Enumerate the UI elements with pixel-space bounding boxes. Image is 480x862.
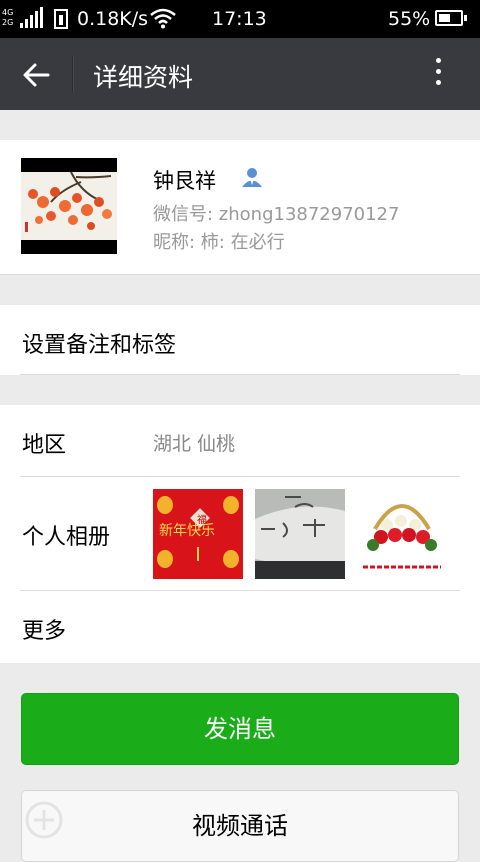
wifi-icon xyxy=(150,8,176,29)
album-photo[interactable] xyxy=(357,489,447,579)
network-type-labels: 4G 2G xyxy=(2,8,14,27)
wechat-id: 微信号: zhong13872970127 xyxy=(153,204,400,225)
more-label: 更多 xyxy=(22,619,67,644)
nickname: 昵称: 柿: 在必行 xyxy=(153,232,285,253)
album-photo[interactable] xyxy=(255,489,345,579)
album-photo[interactable]: 福 新年快乐 xyxy=(153,489,243,579)
video-call-button[interactable]: 视频通话 xyxy=(21,790,459,862)
person-icon xyxy=(242,168,262,187)
divider xyxy=(20,476,460,477)
title-divider xyxy=(72,56,74,92)
send-message-button[interactable]: 发消息 xyxy=(21,693,459,765)
back-arrow-icon[interactable] xyxy=(20,59,52,91)
title-bar: 详细资料 xyxy=(0,38,480,110)
more-options-icon[interactable] xyxy=(426,58,450,90)
contact-name: 钟艮祥 xyxy=(153,169,216,193)
status-bar: 4G 2G 0.18K/s 17:13 55% xyxy=(0,0,480,38)
remark-row[interactable]: 设置备注和标签 xyxy=(0,305,480,375)
battery-icon xyxy=(435,10,467,26)
remark-label: 设置备注和标签 xyxy=(22,333,177,358)
details-card: 地区 湖北 仙桃 个人相册 福 新年快乐 更多 xyxy=(0,405,480,663)
divider xyxy=(20,590,460,591)
region-label: 地区 xyxy=(22,433,67,458)
battery-fill xyxy=(439,14,450,22)
profile-card: 钟艮祥 微信号: zhong13872970127 昵称: 柿: 在必行 xyxy=(0,140,480,275)
page-title: 详细资料 xyxy=(93,63,194,92)
battery-percent: 55% xyxy=(388,8,431,30)
avatar[interactable] xyxy=(21,158,117,254)
divider xyxy=(20,374,460,375)
region-value: 湖北 仙桃 xyxy=(153,433,236,455)
album-label: 个人相册 xyxy=(22,525,111,550)
watermark-logo xyxy=(25,801,63,839)
network-speed: 0.18K/s xyxy=(77,8,149,30)
svg-text:新年快乐: 新年快乐 xyxy=(159,523,215,539)
clock: 17:13 xyxy=(212,8,267,30)
